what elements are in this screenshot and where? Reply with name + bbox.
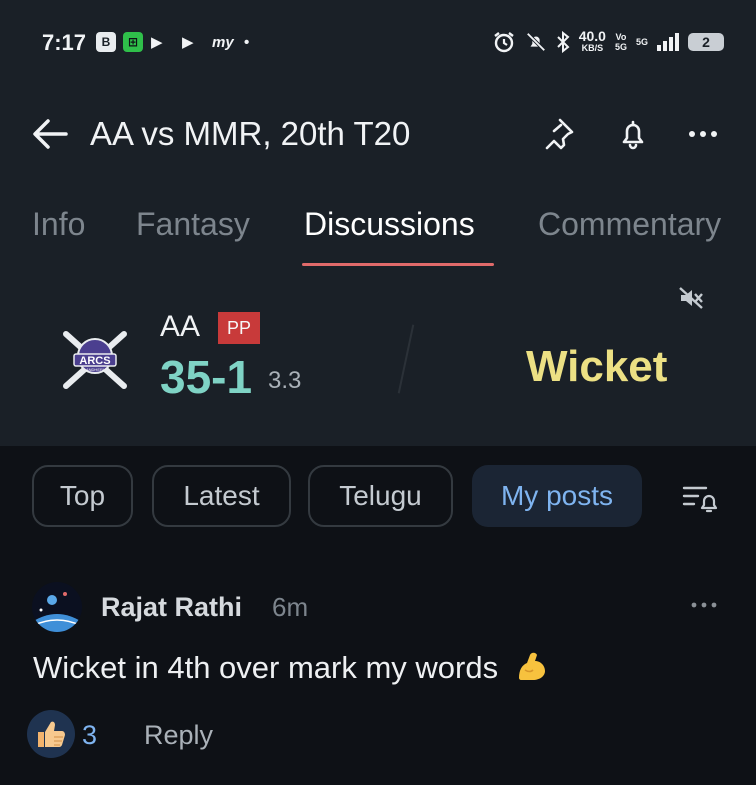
post-more-icon[interactable] bbox=[690, 600, 718, 610]
post-text: Wicket in 4th over mark my words bbox=[33, 648, 549, 686]
filter-settings-icon[interactable] bbox=[680, 478, 720, 518]
like-count[interactable]: 3 bbox=[82, 720, 97, 751]
active-tab-indicator bbox=[302, 263, 494, 266]
flexed-biceps-icon bbox=[518, 652, 545, 680]
network-speed: 40.0 KB/S bbox=[578, 28, 606, 53]
tab-info[interactable]: Info bbox=[32, 206, 85, 243]
runs-wickets: 35-1 bbox=[160, 351, 253, 403]
b-app-icon: B bbox=[96, 32, 116, 52]
match-header: AA vs MMR, 20th T20 Info Fantasy Discuss… bbox=[0, 90, 756, 446]
alarm-icon bbox=[493, 32, 514, 53]
reply-button[interactable]: Reply bbox=[144, 720, 213, 751]
play-notification-icon-2: ▶ bbox=[182, 34, 194, 51]
post-author[interactable]: Rajat Rathi bbox=[101, 592, 242, 623]
battery-icon: 2 bbox=[688, 33, 724, 51]
batting-team-name: AA bbox=[160, 310, 201, 343]
avatar[interactable] bbox=[32, 582, 82, 632]
more-notifications-dot: • bbox=[244, 33, 250, 51]
mute-icon[interactable] bbox=[678, 286, 704, 310]
score-card[interactable]: ARCS ANDHERI AA PP 35-1 3.3 Wicket bbox=[0, 270, 756, 446]
tab-commentary[interactable]: Commentary bbox=[538, 206, 721, 243]
green-app-icon: ⊞ bbox=[123, 32, 143, 52]
overs: 3.3 bbox=[268, 367, 302, 394]
more-options-icon[interactable] bbox=[685, 116, 721, 152]
svg-text:ARCS: ARCS bbox=[79, 355, 110, 367]
filter-latest[interactable]: Latest bbox=[152, 465, 291, 527]
myjio-notification-icon: my bbox=[212, 33, 234, 51]
tab-bar: Info Fantasy Discussions Commentary bbox=[0, 190, 756, 270]
mute-bell-icon bbox=[526, 32, 546, 52]
status-icons: 40.0 KB/S Vo 5G 5G 2 bbox=[492, 28, 724, 54]
play-notification-icon: ▶ bbox=[151, 34, 163, 51]
clock: 7:17 bbox=[42, 30, 87, 55]
team-logo-arcs: ARCS ANDHERI bbox=[63, 331, 127, 389]
back-arrow-icon[interactable] bbox=[30, 114, 70, 154]
bell-icon[interactable] bbox=[615, 116, 651, 152]
thumbs-up-icon bbox=[38, 721, 65, 747]
tab-fantasy[interactable]: Fantasy bbox=[136, 206, 250, 243]
filter-top[interactable]: Top bbox=[32, 465, 133, 527]
tab-discussions[interactable]: Discussions bbox=[304, 206, 475, 243]
post-body: Wicket in 4th over mark my words bbox=[33, 650, 499, 685]
volte-icon: Vo 5G bbox=[614, 32, 627, 52]
score-divider bbox=[397, 324, 415, 394]
pin-icon[interactable] bbox=[540, 116, 576, 152]
svg-text:ANDHERI: ANDHERI bbox=[86, 367, 104, 372]
signal-icon bbox=[657, 33, 679, 51]
discussion-filters: Top Latest Telugu My posts bbox=[0, 462, 756, 534]
status-bar: 7:17 B ⊞ ▶ ▶ my • 40.0 KB/S Vo 5G 5G 2 bbox=[0, 0, 756, 90]
live-event-text: Wicket bbox=[526, 342, 668, 391]
page-title: AA vs MMR, 20th T20 bbox=[90, 115, 411, 152]
post-time: 6m bbox=[272, 592, 309, 622]
discussion-post[interactable]: Rajat Rathi 6m Wicket in 4th over mark m… bbox=[0, 570, 756, 785]
like-button[interactable] bbox=[27, 710, 75, 758]
filter-my-posts[interactable]: My posts bbox=[472, 465, 642, 527]
powerplay-badge: PP bbox=[218, 312, 260, 344]
network-type: 5G bbox=[635, 37, 648, 47]
filter-telugu[interactable]: Telugu bbox=[308, 465, 453, 527]
bluetooth-icon bbox=[557, 31, 570, 53]
